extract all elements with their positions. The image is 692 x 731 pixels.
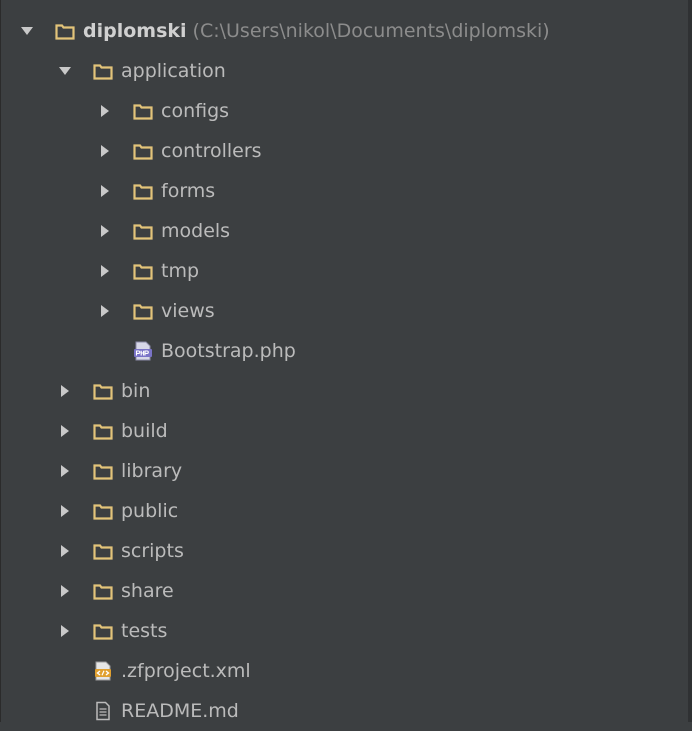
tree-row-library[interactable]: library: [1, 451, 688, 491]
folder-icon: [93, 461, 113, 481]
expanded-arrow-icon[interactable]: [17, 21, 37, 41]
folder-icon: [133, 181, 153, 201]
folder-icon: [133, 101, 153, 121]
tree-row-zfproject-xml[interactable]: .zfproject.xml: [1, 651, 688, 691]
collapsed-arrow-icon[interactable]: [55, 461, 75, 481]
folder-label: tmp: [161, 260, 200, 282]
tree-row-views[interactable]: views: [1, 291, 688, 331]
root-folder-name: diplomski: [83, 20, 187, 42]
tree-row-application[interactable]: application: [1, 51, 688, 91]
folder-icon: [55, 21, 75, 41]
folder-icon: [93, 381, 113, 401]
folder-label: application: [121, 60, 226, 82]
folder-icon: [93, 621, 113, 641]
folder-label: tests: [121, 620, 168, 642]
folder-label: share: [121, 580, 174, 602]
collapsed-arrow-icon[interactable]: [95, 101, 115, 121]
collapsed-arrow-icon[interactable]: [55, 541, 75, 561]
xml-file-icon: [93, 661, 113, 681]
tree-row-controllers[interactable]: controllers: [1, 131, 688, 171]
tree-row-build[interactable]: build: [1, 411, 688, 451]
folder-label: models: [161, 220, 231, 242]
collapsed-arrow-icon[interactable]: [95, 261, 115, 281]
file-label: Bootstrap.php: [161, 340, 296, 362]
folder-label: build: [121, 420, 168, 442]
tree-row-scripts[interactable]: scripts: [1, 531, 688, 571]
collapsed-arrow-icon[interactable]: [55, 581, 75, 601]
tree-row-models[interactable]: models: [1, 211, 688, 251]
folder-icon: [93, 541, 113, 561]
php-file-icon: [133, 341, 153, 361]
tree-row-forms[interactable]: forms: [1, 171, 688, 211]
folder-icon: [93, 421, 113, 441]
file-label: README.md: [121, 700, 239, 722]
folder-label: scripts: [121, 540, 184, 562]
folder-label: configs: [161, 100, 230, 122]
folder-label: controllers: [161, 140, 262, 162]
folder-icon: [133, 261, 153, 281]
tree-row-bin[interactable]: bin: [1, 371, 688, 411]
folder-label: forms: [161, 180, 216, 202]
collapsed-arrow-icon[interactable]: [55, 381, 75, 401]
tree-row-configs[interactable]: configs: [1, 91, 688, 131]
collapsed-arrow-icon[interactable]: [95, 221, 115, 241]
file-label: .zfproject.xml: [121, 660, 251, 682]
tree-row-public[interactable]: public: [1, 491, 688, 531]
tree-row-tmp[interactable]: tmp: [1, 251, 688, 291]
folder-label: library: [121, 460, 183, 482]
collapsed-arrow-icon[interactable]: [95, 141, 115, 161]
collapsed-arrow-icon[interactable]: [55, 621, 75, 641]
collapsed-arrow-icon[interactable]: [95, 301, 115, 321]
collapsed-arrow-icon[interactable]: [55, 421, 75, 441]
folder-icon: [133, 301, 153, 321]
tree-row-bootstrap-php[interactable]: Bootstrap.php: [1, 331, 688, 371]
collapsed-arrow-icon[interactable]: [95, 181, 115, 201]
tree-row-readme-md[interactable]: README.md: [1, 691, 688, 731]
folder-icon: [133, 221, 153, 241]
folder-icon: [93, 581, 113, 601]
tree-row-tests[interactable]: tests: [1, 611, 688, 651]
folder-icon: [93, 61, 113, 81]
text-file-icon: [93, 701, 113, 721]
folder-label: public: [121, 500, 179, 522]
tree-row-share[interactable]: share: [1, 571, 688, 611]
expanded-arrow-icon[interactable]: [55, 61, 75, 81]
collapsed-arrow-icon[interactable]: [55, 501, 75, 521]
tree-row-root[interactable]: diplomski (C:\Users\nikol\Documents\dipl…: [1, 11, 688, 51]
root-folder-path: (C:\Users\nikol\Documents\diplomski): [192, 20, 550, 42]
project-tree: diplomski (C:\Users\nikol\Documents\dipl…: [0, 0, 692, 722]
folder-icon: [133, 141, 153, 161]
folder-label: bin: [121, 380, 151, 402]
folder-icon: [93, 501, 113, 521]
folder-label: views: [161, 300, 215, 322]
